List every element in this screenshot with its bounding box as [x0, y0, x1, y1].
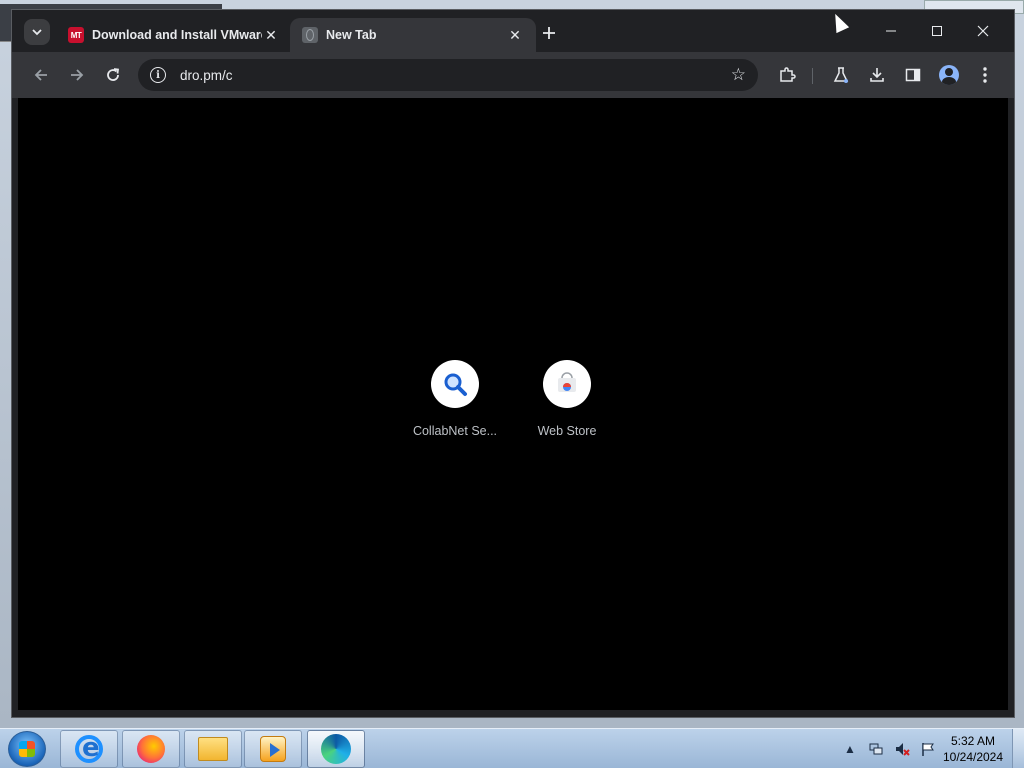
- arrow-left-icon: [34, 69, 47, 81]
- action-center-flag-icon[interactable]: [920, 741, 936, 757]
- downloads-button[interactable]: [864, 62, 890, 88]
- puzzle-icon: [780, 67, 796, 82]
- taskbar-media-player[interactable]: [244, 730, 302, 768]
- taskbar: ▲ 5:32 AM 10/24/2024: [0, 728, 1024, 768]
- taskbar-explorer[interactable]: [184, 730, 242, 768]
- ie-icon: [75, 733, 103, 763]
- kebab-menu-icon: [983, 67, 987, 83]
- maximize-icon: [932, 26, 942, 36]
- firefox-icon: [137, 735, 165, 763]
- taskbar-internet-explorer[interactable]: [60, 730, 118, 768]
- new-tab-page: CollabNet Se... Web Store: [18, 98, 1008, 710]
- download-icon: [870, 68, 884, 82]
- edge-icon: [321, 734, 351, 764]
- plus-icon: [543, 27, 555, 39]
- close-window-button[interactable]: [960, 16, 1006, 46]
- close-icon: [977, 25, 989, 37]
- side-panel-button[interactable]: [900, 62, 926, 88]
- tab-new-tab[interactable]: New Tab ✕: [290, 18, 536, 52]
- tab-search-button[interactable]: [24, 19, 50, 45]
- extensions-button[interactable]: [774, 62, 800, 88]
- side-panel-icon: [905, 68, 921, 82]
- minimize-icon: [886, 30, 896, 32]
- shortcut-label: CollabNet Se...: [412, 424, 498, 438]
- close-tab-icon[interactable]: ✕: [506, 26, 524, 44]
- show-hidden-icons-icon[interactable]: ▲: [842, 741, 858, 757]
- browser-toolbar: i dro.pm/c ☆: [12, 52, 1014, 98]
- maximize-button[interactable]: [914, 16, 960, 46]
- folder-icon: [198, 737, 228, 761]
- volume-muted-icon[interactable]: [894, 741, 910, 757]
- star-icon[interactable]: ☆: [731, 65, 746, 85]
- shortcut-web-store[interactable]: Web Store: [511, 360, 623, 438]
- taskbar-firefox[interactable]: [122, 730, 180, 768]
- clock-time: 5:32 AM: [950, 734, 996, 748]
- media-player-icon: [260, 736, 286, 762]
- start-button[interactable]: [8, 731, 46, 767]
- forward-button[interactable]: [64, 62, 90, 88]
- new-tab-button[interactable]: [538, 22, 560, 44]
- tab-title: Download and Install VMware: [92, 28, 262, 42]
- browser-window: MT Download and Install VMware ✕ New Tab…: [11, 9, 1015, 718]
- address-bar[interactable]: i dro.pm/c ☆: [138, 59, 758, 91]
- toolbar-divider: [812, 68, 813, 84]
- system-tray: ▲: [842, 737, 936, 761]
- arrow-right-icon: [71, 69, 84, 81]
- clock-date: 10/24/2024: [942, 750, 1004, 764]
- reload-button[interactable]: [100, 62, 126, 88]
- globe-icon: [302, 27, 318, 43]
- flask-icon: [833, 67, 849, 83]
- reload-icon: [107, 68, 120, 81]
- info-icon[interactable]: i: [150, 67, 166, 83]
- tab-title: New Tab: [326, 28, 377, 42]
- profile-icon: [939, 65, 959, 85]
- web-store-icon: [558, 372, 576, 392]
- back-button[interactable]: [28, 62, 54, 88]
- minimize-button[interactable]: [868, 16, 914, 46]
- address-text[interactable]: dro.pm/c: [180, 68, 731, 83]
- close-tab-icon[interactable]: ✕: [262, 26, 280, 44]
- shortcut-tile[interactable]: [431, 360, 479, 408]
- profile-button[interactable]: [936, 62, 962, 88]
- magnifier-icon: [444, 373, 467, 396]
- labs-button[interactable]: [828, 62, 854, 88]
- taskbar-edge[interactable]: [307, 730, 365, 768]
- taskbar-clock[interactable]: 5:32 AM 10/24/2024: [938, 733, 1008, 765]
- tab-strip: MT Download and Install VMware ✕ New Tab…: [12, 10, 1014, 52]
- tab-download-vmware[interactable]: MT Download and Install VMware ✕: [56, 18, 292, 52]
- menu-button[interactable]: [972, 62, 998, 88]
- network-icon[interactable]: [868, 741, 884, 757]
- shortcut-label: Web Store: [537, 424, 597, 438]
- shortcut-collabnet[interactable]: CollabNet Se...: [399, 360, 511, 438]
- show-desktop-button[interactable]: [1012, 729, 1024, 768]
- chevron-down-icon: [32, 29, 42, 36]
- mt-favicon-icon: MT: [68, 27, 84, 43]
- shortcut-tile[interactable]: [543, 360, 591, 408]
